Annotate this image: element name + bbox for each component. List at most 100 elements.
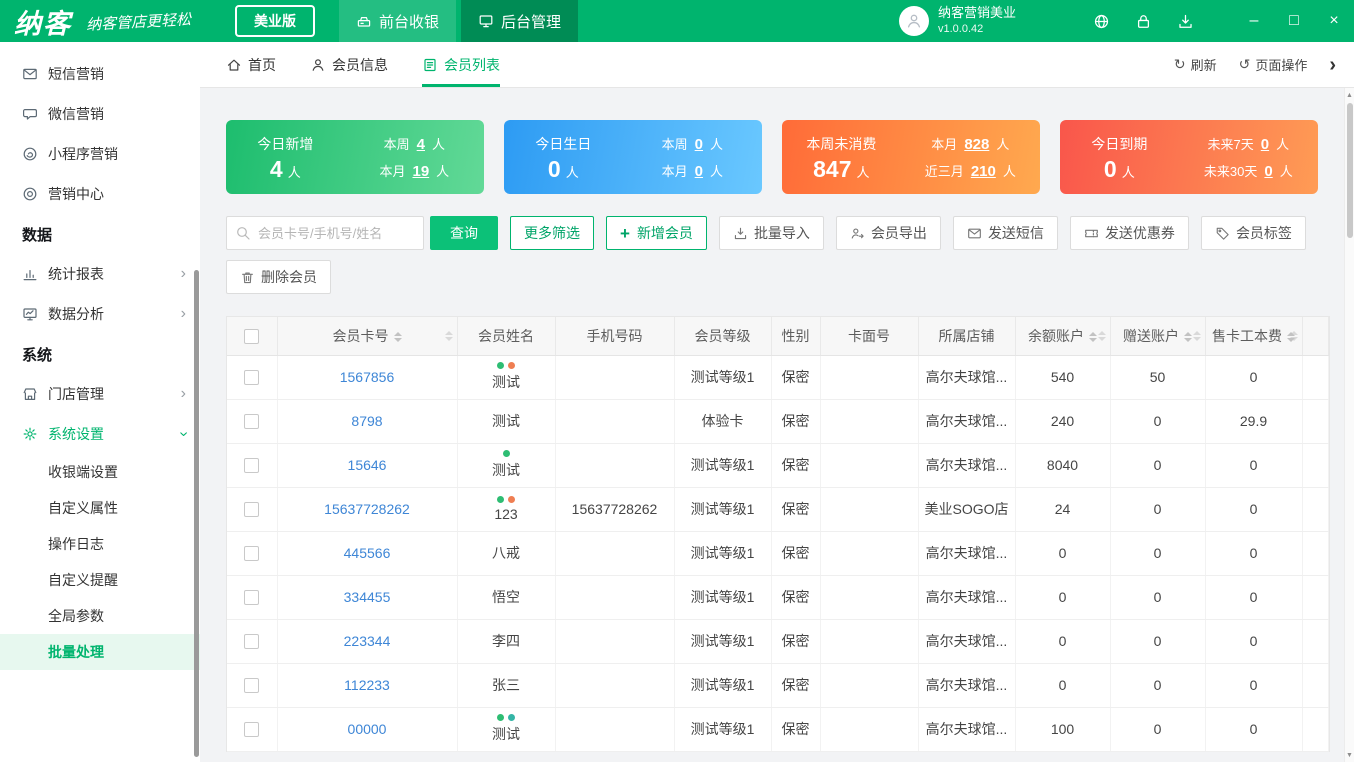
stat-detail-link[interactable]: 0 xyxy=(695,163,703,180)
sidebar-item[interactable]: 营销中心 xyxy=(0,174,200,214)
sidebar-subitem[interactable]: 操作日志 xyxy=(0,526,200,562)
stat-detail-link[interactable]: 210 xyxy=(971,163,996,180)
member-card-no[interactable]: 223344 xyxy=(277,619,458,664)
column-header[interactable]: 余额账户 xyxy=(1015,317,1111,356)
download-button[interactable] xyxy=(1164,0,1206,42)
member-tags-button[interactable]: 会员标签 xyxy=(1200,216,1306,250)
filter-icon[interactable] xyxy=(1192,330,1201,341)
row-checkbox[interactable] xyxy=(244,414,260,430)
nav-front-cashier[interactable]: 前台收银 xyxy=(339,0,457,42)
search-button[interactable]: 查询 xyxy=(430,216,498,250)
row-checkbox[interactable] xyxy=(244,502,260,518)
member-export-button[interactable]: 会员导出 xyxy=(835,216,941,250)
member-phone xyxy=(555,355,675,400)
sidebar-subitem[interactable]: 自定义提醒 xyxy=(0,562,200,598)
stat-card-2: 本周未消费 847 人本月 828 人近三月 210 人 xyxy=(782,120,1040,194)
sidebar-item[interactable]: 微信营销 xyxy=(0,94,200,134)
main-scrollbar[interactable]: ▲ ▼ xyxy=(1344,88,1354,762)
scroll-thumb[interactable] xyxy=(1347,103,1353,238)
document-icon xyxy=(422,57,438,73)
sidebar-item[interactable]: 小程序营销 xyxy=(0,134,200,174)
card-fee: 0 xyxy=(1205,487,1303,532)
member-card-no[interactable]: 445566 xyxy=(277,531,458,576)
sort-icon[interactable] xyxy=(393,332,402,343)
sidebar-scrollbar-thumb[interactable] xyxy=(194,270,199,757)
column-header[interactable]: 赠送账户 xyxy=(1110,317,1206,356)
sort-icon[interactable] xyxy=(1184,332,1192,343)
send-coupon-button[interactable]: 发送优惠券 xyxy=(1069,216,1189,250)
send-sms-button[interactable]: 发送短信 xyxy=(952,216,1058,250)
gift-account: 50 xyxy=(1110,355,1206,400)
member-card-no[interactable]: 15637728262 xyxy=(277,487,458,532)
sidebar-item[interactable]: 门店管理 › xyxy=(0,374,200,414)
add-member-button[interactable]: + 新增会员 xyxy=(606,216,707,250)
chevron-right-icon[interactable]: › xyxy=(1329,55,1336,75)
member-card-no[interactable]: 15646 xyxy=(277,443,458,488)
filter-icon[interactable] xyxy=(1289,330,1298,341)
sort-icon[interactable] xyxy=(1089,332,1097,343)
filter-icon[interactable] xyxy=(444,330,453,341)
sidebar-item[interactable]: 短信营销 xyxy=(0,54,200,94)
gift-account: 0 xyxy=(1110,575,1206,620)
page-operations-button[interactable]: ↺ 页面操作 xyxy=(1239,55,1308,74)
member-card-no[interactable]: 334455 xyxy=(277,575,458,620)
close-button[interactable]: × xyxy=(1314,0,1354,42)
more-filters-button[interactable]: 更多筛选 xyxy=(510,216,594,250)
scroll-down-icon[interactable]: ▼ xyxy=(1345,749,1354,761)
row-checkbox[interactable] xyxy=(244,678,260,694)
member-card-no[interactable]: 1567856 xyxy=(277,355,458,400)
stat-detail-link[interactable]: 0 xyxy=(1261,136,1269,153)
sidebar-subitem[interactable]: 自定义属性 xyxy=(0,490,200,526)
status-dot xyxy=(497,496,504,503)
stat-detail-link[interactable]: 4 xyxy=(417,136,425,153)
maximize-button[interactable]: □ xyxy=(1274,0,1314,42)
column-header[interactable]: 会员卡号 xyxy=(277,317,458,356)
filter-icon[interactable] xyxy=(1097,330,1106,341)
status-dots xyxy=(460,714,553,721)
sidebar-subitem[interactable]: 批量处理 xyxy=(0,634,200,670)
refresh-button[interactable]: ↻ 刷新 xyxy=(1174,55,1217,74)
stat-detail-unit: 人 xyxy=(710,164,724,179)
stat-detail-line: 未来7天 0 人 xyxy=(1179,134,1318,153)
lock-button[interactable] xyxy=(1122,0,1164,42)
nav-backend-admin[interactable]: 后台管理 xyxy=(461,0,579,42)
member-name-cell: 测试 xyxy=(457,355,556,400)
search-input[interactable] xyxy=(227,217,423,249)
globe-button[interactable] xyxy=(1080,0,1122,42)
minimize-button[interactable]: – xyxy=(1234,0,1274,42)
row-checkbox[interactable] xyxy=(244,634,260,650)
tab-member-list[interactable]: 会员列表 xyxy=(422,42,500,87)
stat-detail-link[interactable]: 19 xyxy=(412,163,429,180)
column-header: 手机号码 xyxy=(555,317,675,356)
row-checkbox[interactable] xyxy=(244,458,260,474)
edition-button[interactable]: 美业版 xyxy=(235,5,316,37)
row-checkbox[interactable] xyxy=(244,722,260,738)
stat-detail-unit: 人 xyxy=(710,137,724,152)
select-all-checkbox[interactable] xyxy=(244,329,260,345)
sidebar-item[interactable]: 统计报表 › xyxy=(0,254,200,294)
delete-member-button[interactable]: 删除会员 xyxy=(226,260,331,294)
row-checkbox[interactable] xyxy=(244,590,260,606)
stat-card-main: 本周未消费 847 人 xyxy=(782,120,901,194)
batch-import-button[interactable]: 批量导入 xyxy=(718,216,824,250)
stat-detail-link[interactable]: 828 xyxy=(964,136,989,153)
tab-home[interactable]: 首页 xyxy=(226,42,276,87)
sidebar-subitem[interactable]: 收银端设置 xyxy=(0,454,200,490)
member-card-no[interactable]: 8798 xyxy=(277,399,458,444)
member-card-no[interactable]: 112233 xyxy=(277,663,458,708)
scroll-up-icon[interactable]: ▲ xyxy=(1345,89,1354,101)
sidebar-subitem[interactable]: 全局参数 xyxy=(0,598,200,634)
tab-member-info[interactable]: 会员信息 xyxy=(310,42,388,87)
row-checkbox[interactable] xyxy=(244,370,260,386)
row-checkbox[interactable] xyxy=(244,546,260,562)
sidebar-item[interactable]: 数据分析 › xyxy=(0,294,200,334)
stat-detail-link[interactable]: 0 xyxy=(695,136,703,153)
stat-detail-link[interactable]: 0 xyxy=(1264,163,1272,180)
button-label: 批量导入 xyxy=(753,225,810,241)
column-header[interactable]: 售卡工本费 xyxy=(1205,317,1303,356)
member-card-no[interactable]: 00000 xyxy=(277,707,458,752)
sidebar-item[interactable]: 系统设置 › xyxy=(0,414,200,454)
member-level: 测试等级1 xyxy=(674,487,772,532)
avatar[interactable] xyxy=(898,6,929,36)
empty-cell xyxy=(1302,487,1329,532)
